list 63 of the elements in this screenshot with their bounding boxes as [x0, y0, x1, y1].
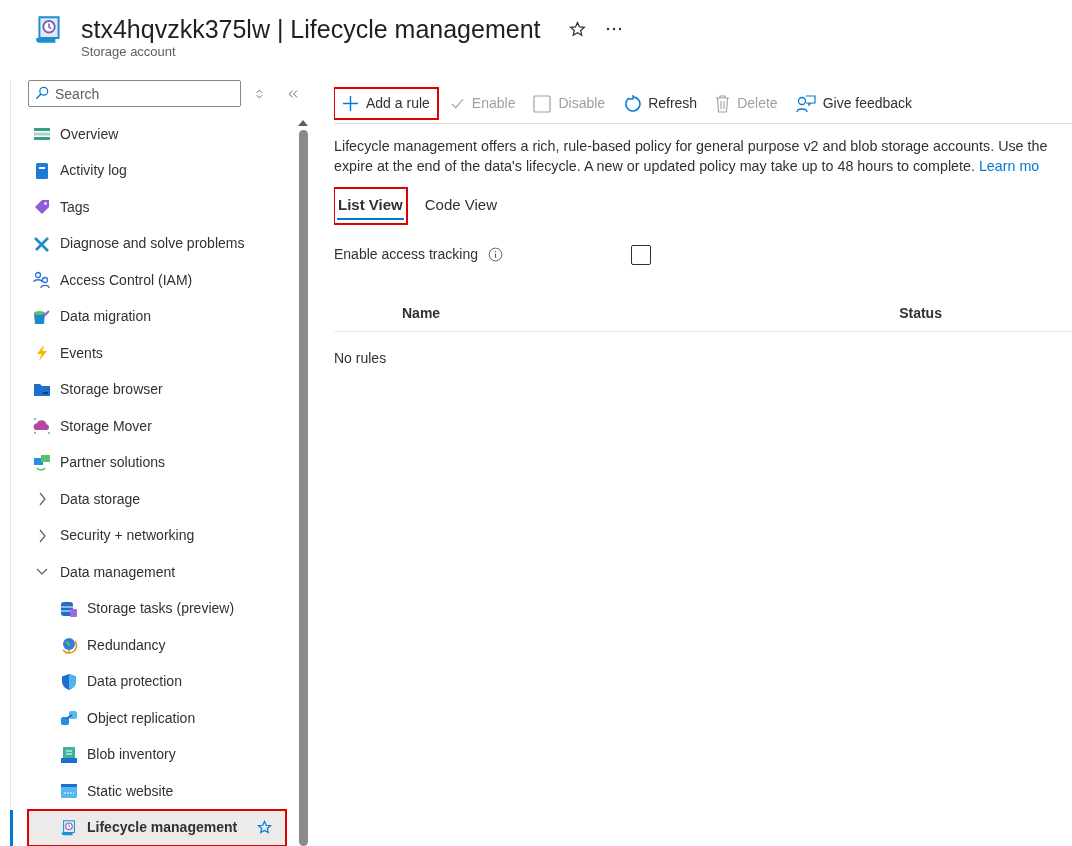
star-icon[interactable] [568, 20, 586, 38]
nav-group[interactable]: Security + networking [28, 517, 298, 554]
more-icon[interactable] [605, 27, 622, 31]
scroll-clock-icon [60, 818, 78, 837]
nav-item[interactable]: Storage tasks (preview) [28, 590, 298, 627]
people-icon [33, 271, 51, 290]
plus-icon [342, 95, 359, 112]
tab[interactable]: Code View [420, 188, 502, 224]
checkbox[interactable] [630, 244, 651, 265]
database-icon [60, 599, 78, 618]
feedback-icon [795, 94, 816, 113]
tools-icon [33, 234, 51, 253]
toolbar-button[interactable]: Refresh [617, 90, 704, 117]
search-field[interactable]: Search [28, 80, 241, 107]
collapse-icon[interactable] [287, 88, 298, 99]
page-title: stx4hqvzkk375lw | Lifecycle management [81, 14, 541, 44]
nav-item[interactable]: Partner solutions [28, 444, 298, 481]
nav-item[interactable]: Storage Mover [28, 408, 298, 445]
nav-group[interactable]: Data storage [28, 481, 298, 518]
check-icon [449, 96, 465, 111]
nav-item[interactable]: Object replication [28, 700, 298, 737]
tab[interactable]: List View [334, 188, 407, 224]
nav-item[interactable]: Activity log [28, 152, 298, 189]
log-icon [33, 161, 51, 180]
globe-icon [60, 636, 78, 655]
browser-icon [60, 782, 78, 801]
scroll-up-icon[interactable] [298, 120, 308, 126]
bucket-icon [33, 307, 51, 326]
star-icon[interactable] [257, 820, 272, 836]
cubes-icon [60, 709, 78, 728]
nav-item[interactable]: Static website [28, 773, 298, 810]
info-icon[interactable] [487, 247, 503, 262]
scrollbar-thumb[interactable] [298, 130, 308, 846]
square-icon [533, 94, 552, 113]
sort-icon[interactable] [255, 87, 264, 100]
description-text: Lifecycle management offers a rich, rule-based policy for general purpose v2 and blob storage accounts. Use the expire at the end of the data's lifecycle. A new or updated policy may take up to 48 hours to complete. Learn mo [334, 137, 1049, 176]
nav-item[interactable]: Diagnose and solve problems [28, 225, 298, 262]
column-header: Status [899, 303, 942, 323]
nav-item[interactable]: Access Control (IAM) [28, 262, 298, 299]
refresh-icon [623, 94, 642, 113]
nav-item[interactable]: Redundancy [28, 627, 298, 664]
empty-message: No rules [334, 348, 388, 368]
toolbar-button[interactable]: Give feedback [789, 90, 919, 117]
field-label: Enable access tracking [334, 245, 478, 264]
nav-item[interactable]: Storage browser [28, 371, 298, 408]
nav-item[interactable]: Data protection [28, 663, 298, 700]
exchange-icon [33, 453, 51, 472]
inventory-icon [60, 745, 78, 764]
tag-icon [33, 198, 51, 217]
cloud-icon [33, 417, 51, 436]
column-header: Name [402, 303, 441, 323]
learn-more-link[interactable]: Learn mo [978, 158, 1040, 174]
search-icon [35, 86, 49, 100]
page-subtitle: Storage account [81, 44, 177, 60]
trash-icon [715, 94, 731, 113]
nav-item[interactable]: Blob inventory [28, 736, 298, 773]
shield-icon [60, 672, 78, 691]
nav-item[interactable]: Overview [28, 116, 298, 153]
nav-item[interactable]: Events [28, 335, 298, 372]
nav-group[interactable]: Data management [28, 554, 298, 591]
toolbar-button[interactable]: Add a rule [334, 88, 438, 119]
nav-item[interactable]: Data migration [28, 298, 298, 335]
nav-item[interactable]: Tags [28, 189, 298, 226]
